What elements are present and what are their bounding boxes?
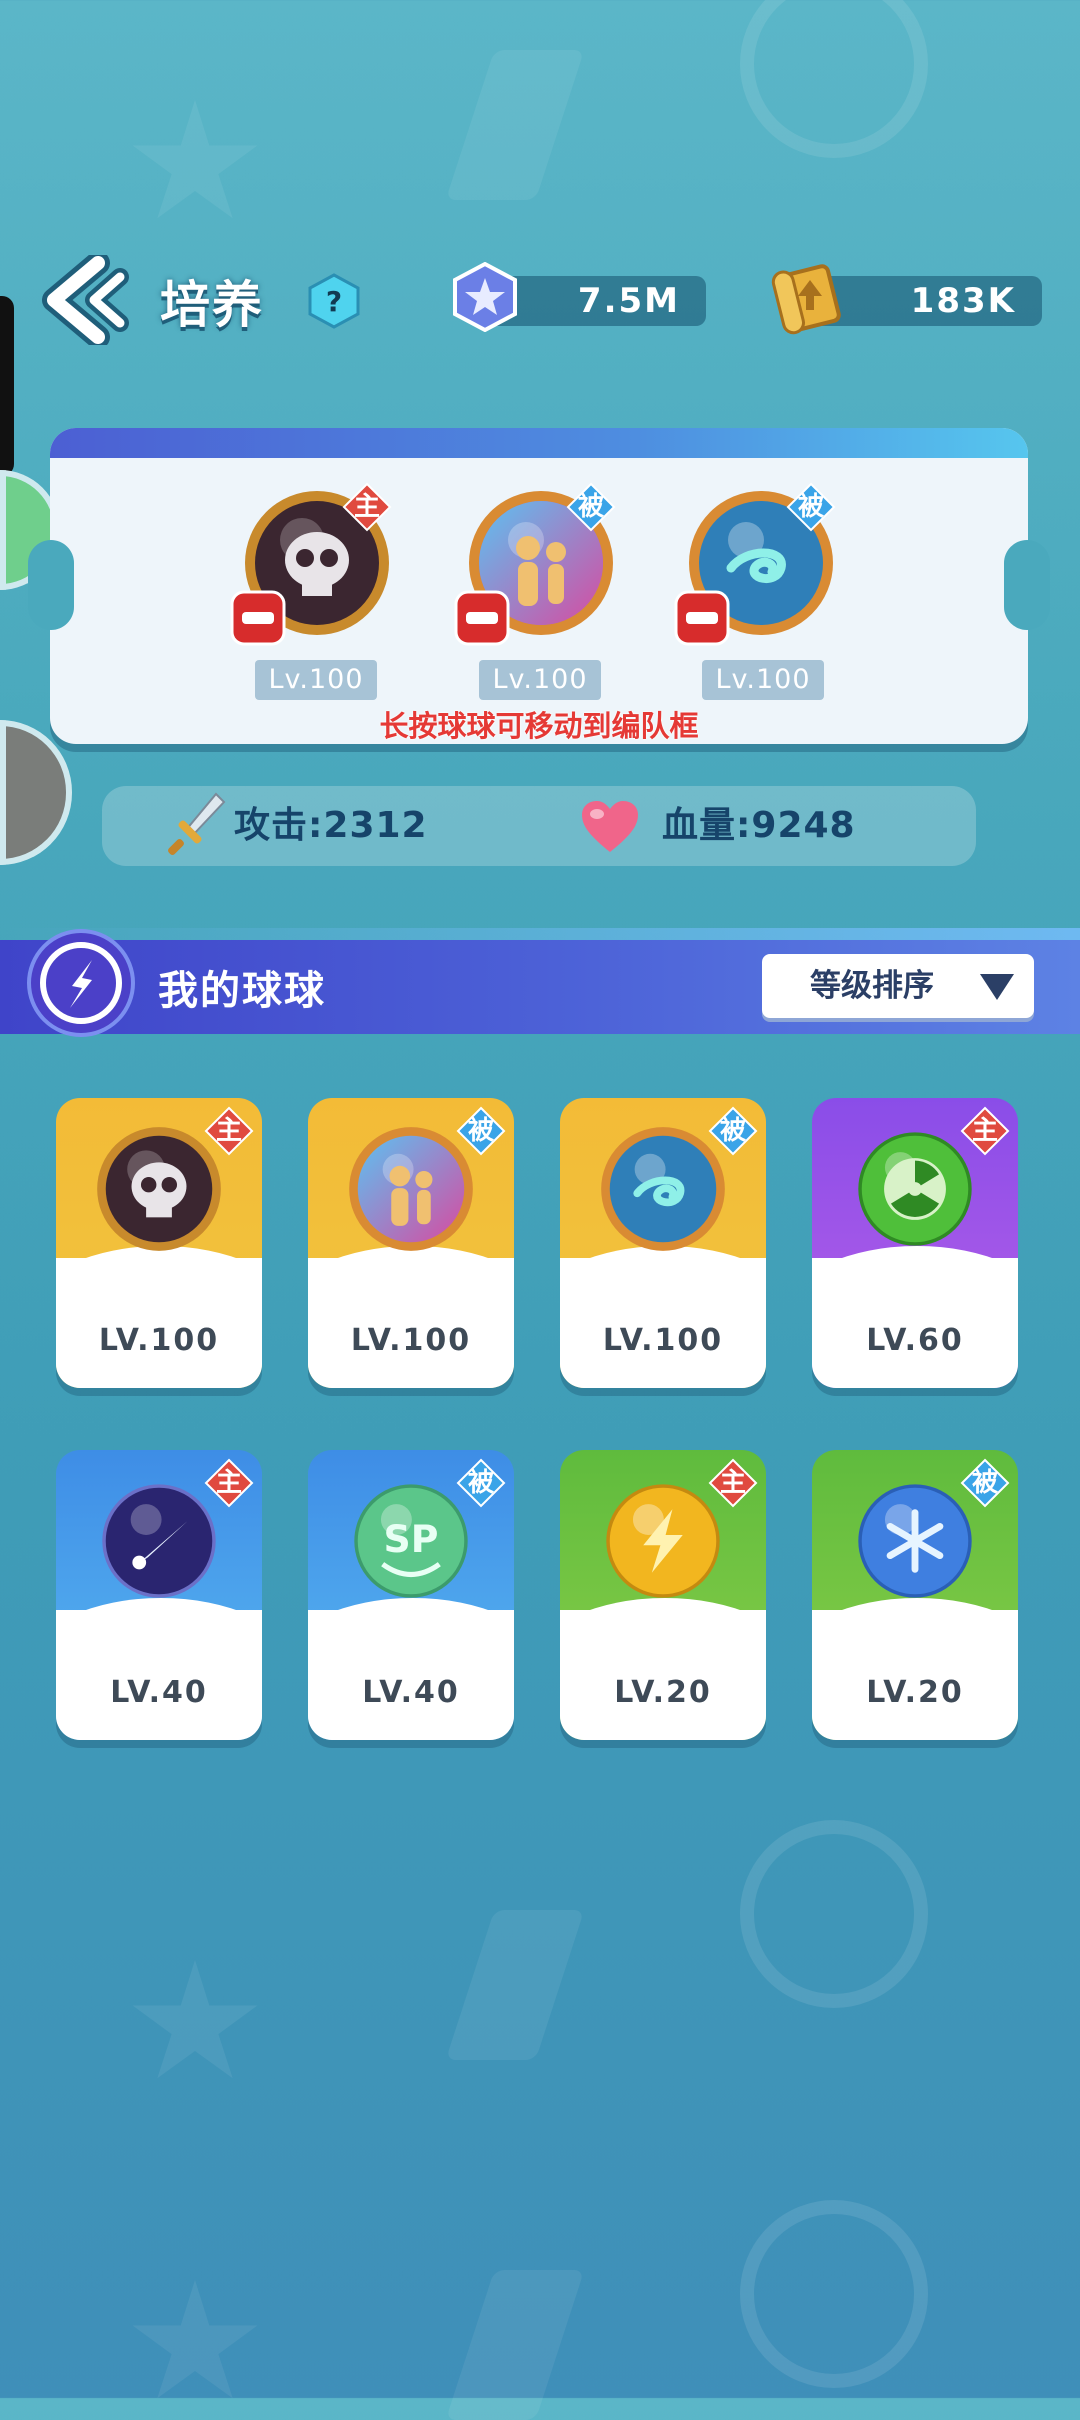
card-level: LV.20	[866, 1675, 964, 1710]
compass-icon	[27, 929, 135, 1037]
svg-text:SP: SP	[384, 1517, 439, 1561]
slot-badge: 主	[353, 492, 380, 522]
team-slot-1[interactable]: 主	[230, 478, 402, 648]
triangle-down-icon	[980, 974, 1014, 1000]
card-badge: 主	[719, 1468, 746, 1498]
panel-notch	[28, 540, 74, 630]
stats-bar: 攻击:2312 血量:9248	[102, 786, 976, 866]
card-level: LV.20	[614, 1675, 712, 1710]
bg-decoration	[132, 1960, 258, 2079]
sort-dropdown[interactable]: 等级排序	[762, 954, 1034, 1018]
side-tab-dark[interactable]	[0, 296, 14, 476]
card-level: LV.40	[110, 1675, 208, 1710]
my-balls-title: 我的球球	[158, 968, 326, 1014]
ball-card[interactable]: 被 LV.100	[308, 1098, 514, 1388]
help-button[interactable]: ?	[308, 273, 360, 329]
gems-value: 7.5M	[577, 281, 680, 321]
ball-card[interactable]: SP 被 LV.40	[308, 1450, 514, 1740]
bg-decoration	[132, 100, 258, 219]
double-chevron-left-icon	[42, 251, 129, 349]
slot-level: Lv.100	[479, 660, 601, 700]
ball-card[interactable]: 被 LV.20	[812, 1450, 1018, 1740]
slot-badge: 被	[577, 492, 604, 522]
help-icon: ?	[308, 273, 360, 329]
ball-card[interactable]: 主 LV.20	[560, 1450, 766, 1740]
card-badge: 被	[719, 1116, 746, 1146]
card-level: LV.100	[602, 1323, 724, 1358]
ball-card[interactable]: 被 LV.100	[560, 1098, 766, 1388]
card-badge: 被	[467, 1468, 494, 1498]
card-badge: 主	[215, 1468, 242, 1498]
team-panel-header	[50, 428, 1028, 458]
card-badge: 被	[467, 1116, 494, 1146]
team-slot-3[interactable]: 被	[674, 478, 846, 648]
card-badge: 主	[971, 1116, 998, 1146]
ball-card[interactable]: 主 LV.60	[812, 1098, 1018, 1388]
slot-level: Lv.100	[702, 660, 824, 700]
card-level: LV.100	[98, 1323, 220, 1358]
card-level: LV.100	[350, 1323, 472, 1358]
bg-decoration	[740, 2200, 928, 2388]
scrolls-value: 183K	[910, 281, 1016, 321]
bg-decoration	[740, 1820, 928, 2008]
gem-star-icon	[453, 262, 517, 332]
slot-badge: 被	[797, 492, 824, 522]
heart-icon	[582, 801, 638, 852]
help-label: ?	[326, 285, 342, 318]
team-hint: 长按球球可移动到编队框	[379, 709, 699, 743]
remove-icon[interactable]	[230, 590, 286, 646]
scroll-icon	[771, 264, 841, 335]
card-badge: 主	[215, 1116, 242, 1146]
back-button[interactable]	[36, 251, 131, 349]
ball-card[interactable]: 主 LV.100	[56, 1098, 262, 1388]
remove-icon[interactable]	[674, 590, 730, 646]
card-level: LV.60	[866, 1323, 964, 1358]
slot-level: Lv.100	[255, 660, 377, 700]
hp-stat: 血量:9248	[662, 805, 856, 846]
ball-card[interactable]: 主 LV.40	[56, 1450, 262, 1740]
section-bar-glow	[0, 928, 1080, 940]
card-level: LV.40	[362, 1675, 460, 1710]
card-badge: 被	[971, 1468, 998, 1498]
remove-icon[interactable]	[454, 590, 510, 646]
sort-label: 等级排序	[810, 968, 934, 1004]
panel-notch	[1004, 540, 1050, 630]
page-title: 培养	[160, 276, 264, 334]
attack-stat: 攻击:2312	[234, 805, 428, 846]
bg-decoration	[740, 0, 928, 158]
team-slot-2[interactable]: 被	[454, 478, 626, 648]
bg-decoration	[445, 1910, 585, 2060]
bg-decoration	[445, 50, 585, 200]
sword-icon	[168, 792, 226, 855]
bg-decoration	[132, 2280, 258, 2399]
